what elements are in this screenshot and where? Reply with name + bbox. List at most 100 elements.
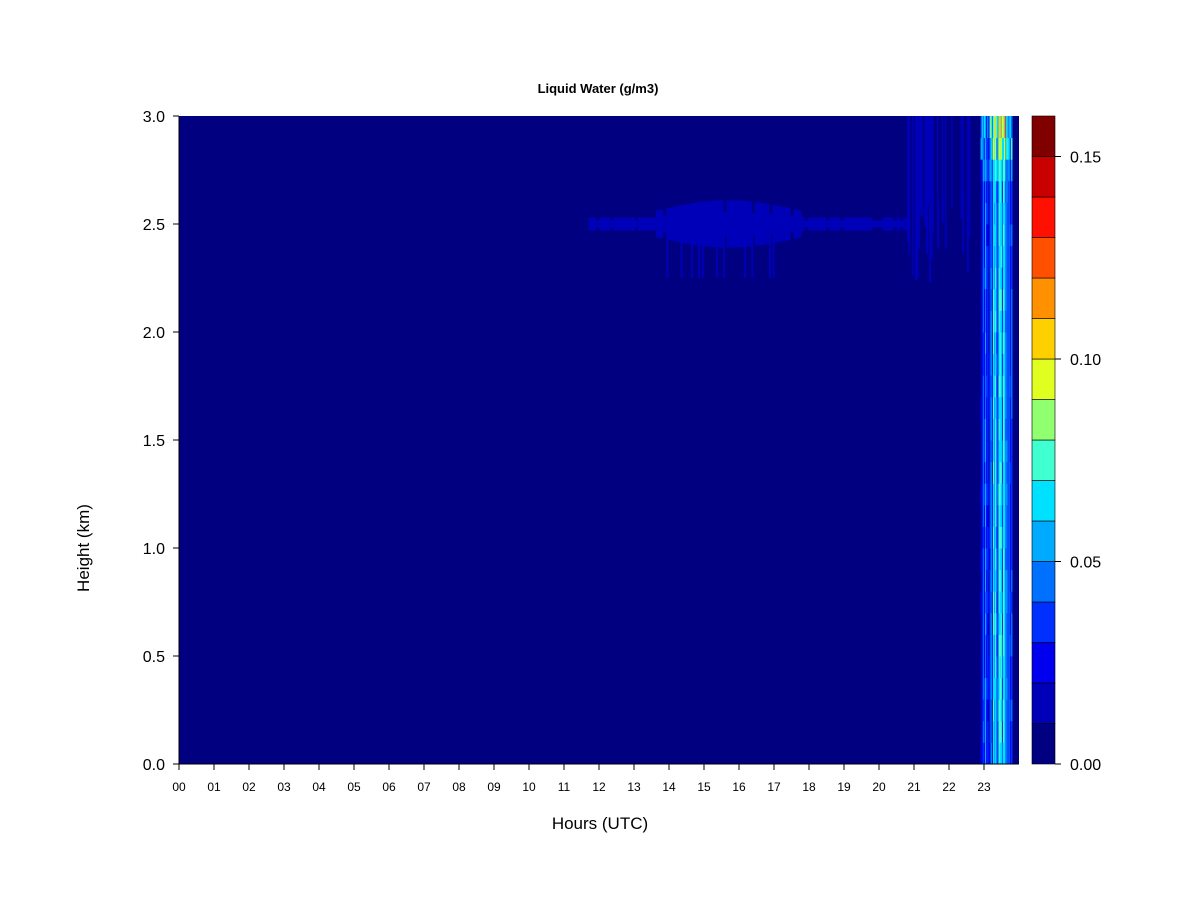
cloud-cell: [786, 207, 791, 241]
x-tick-label: 00: [172, 780, 186, 794]
colorbar-swatch: [1031, 318, 1056, 360]
cloud-cell: [896, 217, 901, 231]
colorbar-swatch: [1031, 561, 1056, 603]
cloud-cell: [684, 204, 689, 244]
cloud-streak: [691, 224, 694, 278]
cloud-cell: [687, 203, 692, 245]
cloud-cell: [814, 217, 820, 231]
colorbar-tick-label: 0.10: [1070, 352, 1101, 369]
cloud-cell: [592, 217, 597, 231]
x-tick-label: 06: [382, 780, 396, 794]
cloud-cell: [669, 207, 674, 241]
precip-cell: [1010, 612, 1013, 635]
cloud-streak: [715, 224, 718, 278]
cloud-cell: [765, 203, 770, 245]
liquid-water-chart: Liquid Water (g/m3) 00 01 02 03 04 05 06 07 08 09…: [74, 81, 1101, 833]
cloud-cell: [627, 217, 632, 231]
cloud-cell: [857, 217, 862, 231]
cloud-streak: [772, 224, 775, 278]
cloud-cell: [868, 217, 873, 231]
cloud-cell: [903, 217, 908, 231]
y-tick-label: 1.5: [143, 433, 165, 450]
precip-cell: [1010, 526, 1013, 549]
cloud-cell: [811, 217, 816, 231]
precip-cell: [1010, 483, 1013, 506]
y-tick-label: 0.0: [143, 757, 165, 774]
x-tick-label: 16: [732, 780, 746, 794]
x-tick-label: 11: [558, 780, 571, 794]
cloud-streak: [680, 224, 683, 278]
cloud-cell: [747, 201, 752, 247]
cloud-cell: [599, 217, 604, 231]
cloud-cell: [825, 220, 830, 228]
precip-cell: [1010, 699, 1013, 722]
y-axis: 0.0 0.5 1.0 1.5 2.0 2.5 3.0: [143, 109, 180, 774]
cloud-cell: [829, 217, 834, 231]
precip-cell: [1010, 461, 1013, 484]
cloud-cell: [885, 217, 890, 231]
cloud-cell: [864, 217, 869, 231]
x-tick-label: 02: [242, 780, 256, 794]
x-tick-label: 23: [977, 780, 991, 794]
cloud-cell: [875, 220, 880, 228]
cloud-cell: [776, 205, 781, 243]
cloud-cell: [638, 217, 643, 231]
colorbar-swatch: [1031, 277, 1056, 319]
cloud-cell: [606, 217, 611, 231]
x-tick-label: 09: [487, 780, 501, 794]
cloud-cell: [836, 217, 841, 231]
cloud-cell: [899, 220, 904, 228]
cloud-cell: [818, 217, 823, 231]
precip-cell: [1010, 677, 1013, 700]
cloud-cell: [853, 217, 858, 231]
colorbar-tick-label: 0.00: [1070, 757, 1101, 774]
colorbar-swatch: [1031, 399, 1056, 441]
cloud-cell: [645, 217, 650, 231]
precip-cell: [1010, 504, 1013, 527]
cloud-cell: [843, 217, 848, 231]
cloud-cell: [740, 200, 745, 248]
cloud-cell: [623, 217, 628, 231]
colorbar-swatch: [1031, 156, 1056, 198]
y-tick-label: 1.0: [143, 541, 165, 558]
colorbar-swatch: [1031, 682, 1056, 724]
precip-cell: [1010, 288, 1013, 311]
x-tick-label: 14: [662, 780, 676, 794]
x-tick-label: 07: [417, 780, 431, 794]
precip-cell: [1010, 159, 1013, 182]
cloud-cell: [726, 200, 731, 248]
x-axis: 00 01 02 03 04 05 06 07 08 09 10 11 12 13 14 15 16 17 18 19…: [172, 763, 1019, 794]
colorbar-swatch: [1031, 723, 1056, 765]
plot-area: [179, 116, 1019, 765]
precip-cell: [1010, 375, 1013, 398]
cloud-cell: [783, 207, 788, 241]
x-tick-label: 04: [312, 780, 326, 794]
colorbar-swatch: [1031, 196, 1056, 238]
heatmap-background: [179, 116, 1019, 764]
y-tick-label: 2.5: [143, 217, 165, 234]
cloud-cell: [839, 220, 844, 228]
cloud-cell: [694, 202, 699, 246]
colorbar-swatch: [1031, 115, 1056, 157]
cloud-streak: [744, 224, 747, 278]
cloud-cell: [800, 217, 805, 231]
cloud-cell: [595, 220, 600, 228]
colorbar-swatch: [1031, 358, 1056, 400]
x-tick-label: 22: [942, 780, 956, 794]
cloud-cell: [892, 220, 897, 228]
cloud-cell: [871, 220, 876, 228]
cloud-cell: [648, 217, 653, 231]
cloud-cell: [846, 217, 851, 231]
cloud-streak: [666, 224, 669, 278]
cloud-cell: [613, 217, 618, 231]
cloud-cell: [968, 116, 971, 238]
precip-cell: [1010, 310, 1013, 333]
cloud-cell: [754, 202, 759, 246]
precip-cell: [1010, 720, 1013, 743]
cloud-cell: [793, 209, 798, 239]
cloud-cell: [616, 217, 621, 231]
cloud-cell: [797, 210, 802, 238]
precip-cell: [1010, 202, 1013, 225]
x-axis-label: Hours (UTC): [552, 814, 648, 833]
precip-cell: [1010, 440, 1013, 463]
